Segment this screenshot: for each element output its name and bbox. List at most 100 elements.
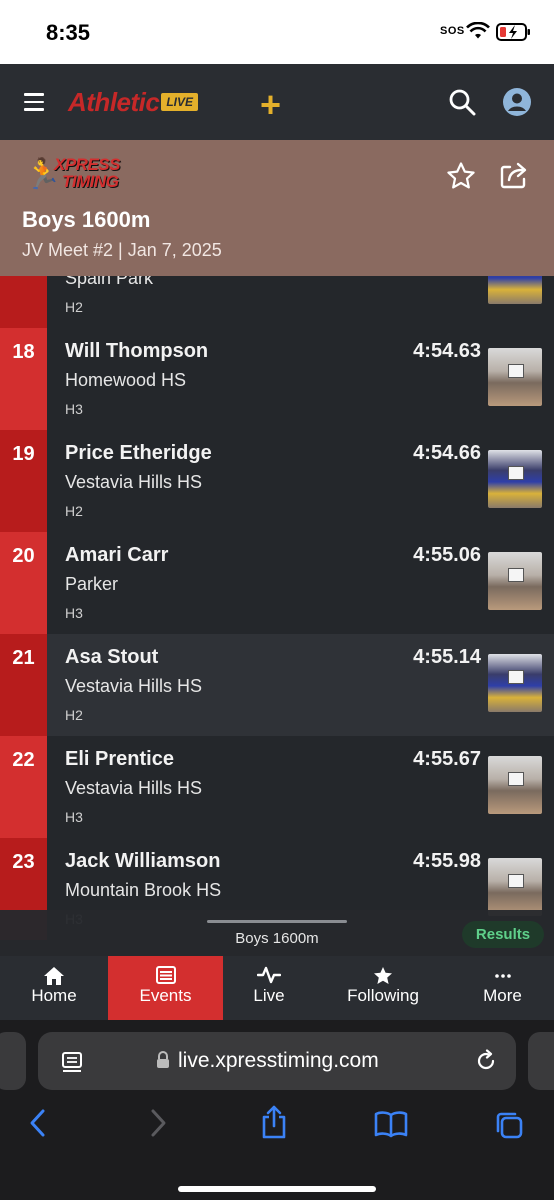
forward-icon[interactable] xyxy=(148,1108,168,1138)
heat-label: H2 xyxy=(65,503,83,519)
reader-mode-icon[interactable] xyxy=(60,1050,84,1074)
share-sheet-icon[interactable] xyxy=(259,1104,289,1140)
menu-icon[interactable] xyxy=(24,93,44,111)
status-bar: 8:35 SOS xyxy=(0,0,554,64)
finish-time: 4:55.98 xyxy=(413,850,481,872)
finish-photo-thumbnail[interactable] xyxy=(488,348,542,406)
brand-plus: + xyxy=(260,84,282,125)
results-button[interactable]: Results xyxy=(462,921,544,948)
status-time: 8:35 xyxy=(46,20,91,45)
home-icon xyxy=(44,967,64,985)
finish-time: 4:54.63 xyxy=(413,340,481,362)
result-row[interactable]: 19 Price Etheridge Vestavia Hills HS H2 … xyxy=(0,430,554,532)
url-text: live.xpresstiming.com xyxy=(178,1049,379,1072)
result-row[interactable]: 22 Eli Prentice Vestavia Hills HS H3 4:5… xyxy=(0,736,554,838)
nav-following-label: Following xyxy=(347,986,419,1005)
result-row[interactable]: 21 Asa Stout Vestavia Hills HS H2 4:55.1… xyxy=(0,634,554,736)
finish-photo-thumbnail[interactable] xyxy=(488,276,542,304)
finish-time: 4:54.66 xyxy=(413,442,481,464)
wifi-icon xyxy=(466,22,490,39)
finish-photo-thumbnail[interactable] xyxy=(488,858,542,916)
finish-time: 4:55.06 xyxy=(413,544,481,566)
home-indicator[interactable] xyxy=(178,1186,376,1192)
heat-label: H2 xyxy=(65,707,83,723)
heat-label: H3 xyxy=(65,605,83,621)
place-number xyxy=(0,276,47,328)
place-number: 21 xyxy=(0,634,47,736)
battery-icon xyxy=(496,23,530,41)
result-row[interactable]: 18 Will Thompson Homewood HS H3 4:54.63 xyxy=(0,328,554,430)
pulse-icon xyxy=(256,966,282,984)
result-body: Will Thompson Homewood HS H3 4:54.63 xyxy=(47,328,554,430)
results-list[interactable]: Spain Park H2 18 Will Thompson Homewood … xyxy=(0,276,554,956)
sheet-drag-handle[interactable] xyxy=(207,920,347,923)
brand-word: Athletic xyxy=(68,86,160,117)
athletic-live-logo[interactable]: Athletic LIVE + xyxy=(68,84,281,125)
athlete-team: Vestavia Hills HS xyxy=(65,676,203,696)
athlete-team: Mountain Brook HS xyxy=(65,880,222,900)
finish-time: 4:55.67 xyxy=(413,748,481,770)
event-title: Boys 1600m xyxy=(22,207,151,232)
list-icon xyxy=(155,966,176,984)
sos-indicator: SOS xyxy=(440,25,465,37)
nav-following[interactable]: Following xyxy=(315,956,451,1020)
heat-label: H2 xyxy=(65,299,83,315)
nav-more[interactable]: More xyxy=(451,956,554,1020)
reload-icon[interactable] xyxy=(474,1049,498,1073)
nav-home[interactable]: Home xyxy=(0,956,108,1020)
athlete-name: Will Thompson xyxy=(65,340,209,362)
nav-more-label: More xyxy=(483,986,522,1005)
athlete-team: Parker xyxy=(65,574,119,594)
athlete-team: Homewood HS xyxy=(65,370,187,390)
athlete-team: Spain Park xyxy=(65,276,154,288)
more-icon xyxy=(494,974,511,978)
place-number: 22 xyxy=(0,736,47,838)
result-body: Asa Stout Vestavia Hills HS H2 4:55.14 xyxy=(47,634,554,736)
result-body: Amari Carr Parker H3 4:55.06 xyxy=(47,532,554,634)
browser-toolbar: live.xpresstiming.com xyxy=(0,1020,554,1200)
athlete-name: Eli Prentice xyxy=(65,748,174,770)
lock-icon xyxy=(157,1051,169,1068)
logo-line2: TIMING xyxy=(62,172,119,191)
athlete-name: Asa Stout xyxy=(65,646,159,668)
nav-live[interactable]: Live xyxy=(223,956,315,1020)
finish-photo-thumbnail[interactable] xyxy=(488,654,542,712)
star-icon xyxy=(374,967,392,984)
finish-photo-thumbnail[interactable] xyxy=(488,450,542,508)
follow-star-icon[interactable] xyxy=(446,161,476,191)
athlete-name: Jack Williamson xyxy=(65,850,221,872)
previous-tab-preview[interactable] xyxy=(0,1032,26,1090)
back-icon[interactable] xyxy=(28,1108,48,1138)
finish-photo-thumbnail[interactable] xyxy=(488,756,542,814)
result-row[interactable]: Spain Park H2 xyxy=(0,276,554,328)
heat-label: H3 xyxy=(65,401,83,417)
tabs-icon[interactable] xyxy=(494,1110,524,1140)
result-body: Price Etheridge Vestavia Hills HS H2 4:5… xyxy=(47,430,554,532)
result-body: Spain Park H2 xyxy=(47,276,554,328)
athlete-name: Amari Carr xyxy=(65,544,169,566)
place-number: 18 xyxy=(0,328,47,430)
search-icon[interactable] xyxy=(448,88,476,116)
address-bar[interactable]: live.xpresstiming.com xyxy=(38,1032,516,1090)
event-subtitle: JV Meet #2 | Jan 7, 2025 xyxy=(22,240,222,260)
nav-home-label: Home xyxy=(31,986,77,1005)
place-number: 19 xyxy=(0,430,47,532)
bottom-nav: Home Events Live Following More xyxy=(0,956,554,1020)
heat-label: H3 xyxy=(65,809,83,825)
result-row[interactable]: 20 Amari Carr Parker H3 4:55.06 xyxy=(0,532,554,634)
bookmarks-icon[interactable] xyxy=(374,1110,408,1138)
brand-live-badge: LIVE xyxy=(161,93,199,111)
athlete-team: Vestavia Hills HS xyxy=(65,472,203,492)
athlete-team: Vestavia Hills HS xyxy=(65,778,203,798)
xpress-timing-logo: 🏃 XPRESS TIMING xyxy=(24,155,134,193)
place-number: 20 xyxy=(0,532,47,634)
share-icon[interactable] xyxy=(498,159,530,191)
nav-events-label: Events xyxy=(139,986,192,1005)
result-body: Eli Prentice Vestavia Hills HS H3 4:55.6… xyxy=(47,736,554,838)
finish-photo-thumbnail[interactable] xyxy=(488,552,542,610)
finish-time: 4:55.14 xyxy=(413,646,481,668)
nav-events[interactable]: Events xyxy=(108,956,223,1020)
nav-live-label: Live xyxy=(253,986,285,1005)
next-tab-preview[interactable] xyxy=(528,1032,554,1090)
account-icon[interactable] xyxy=(502,87,532,117)
